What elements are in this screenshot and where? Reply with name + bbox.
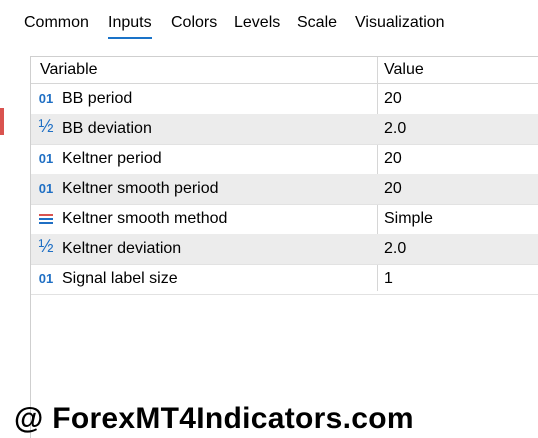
column-header-value[interactable]: Value bbox=[384, 61, 424, 79]
tab-inputs-label: Inputs bbox=[108, 14, 152, 31]
tab-common[interactable]: Common bbox=[24, 13, 89, 33]
table-row[interactable]: ½ BB deviation 2.0 bbox=[31, 114, 538, 145]
variable-value[interactable]: Simple bbox=[384, 210, 433, 228]
variable-name: BB period bbox=[62, 90, 133, 107]
variable-value[interactable]: 2.0 bbox=[384, 240, 406, 258]
int-icon: 01 bbox=[38, 151, 54, 166]
table-header: Variable Value bbox=[31, 57, 538, 84]
variable-value[interactable]: 2.0 bbox=[384, 120, 406, 138]
variable-name: Keltner period bbox=[62, 150, 162, 167]
table-row[interactable]: 01 Signal label size 1 bbox=[31, 264, 538, 295]
double-icon: ½ bbox=[38, 116, 54, 136]
tab-bar: Common Inputs Colors Levels Scale Visual… bbox=[0, 0, 538, 46]
variable-name: Keltner smooth method bbox=[62, 210, 228, 227]
active-tab-indicator bbox=[108, 37, 152, 39]
tab-colors[interactable]: Colors bbox=[171, 13, 217, 33]
variable-value[interactable]: 20 bbox=[384, 150, 402, 168]
tab-visualization[interactable]: Visualization bbox=[355, 13, 445, 33]
variable-name: Keltner deviation bbox=[62, 240, 182, 257]
table-row[interactable]: ½ Keltner deviation 2.0 bbox=[31, 234, 538, 265]
int-icon: 01 bbox=[38, 271, 54, 286]
variable-value[interactable]: 1 bbox=[384, 270, 393, 288]
variable-name: Keltner smooth period bbox=[62, 180, 219, 197]
variable-value[interactable]: 20 bbox=[384, 180, 402, 198]
watermark-text: @ ForexMT4Indicators.com bbox=[14, 402, 414, 435]
table-row[interactable]: 01 Keltner period 20 bbox=[31, 144, 538, 175]
tab-levels[interactable]: Levels bbox=[234, 13, 280, 33]
inputs-table: Variable Value 01 BB period 20 ½ BB devi… bbox=[30, 56, 538, 438]
variable-value[interactable]: 20 bbox=[384, 90, 402, 108]
double-icon: ½ bbox=[38, 236, 54, 256]
tab-inputs[interactable]: Inputs bbox=[108, 13, 152, 39]
variable-name: BB deviation bbox=[62, 120, 152, 137]
table-row[interactable]: Keltner smooth method Simple bbox=[31, 204, 538, 235]
table-row[interactable]: 01 Keltner smooth period 20 bbox=[31, 174, 538, 205]
window-edge-marker bbox=[0, 108, 4, 135]
int-icon: 01 bbox=[38, 91, 54, 106]
variable-name: Signal label size bbox=[62, 270, 178, 287]
enum-icon bbox=[37, 212, 55, 228]
tab-scale[interactable]: Scale bbox=[297, 13, 337, 33]
column-header-variable[interactable]: Variable bbox=[40, 61, 98, 79]
table-row[interactable]: 01 BB period 20 bbox=[31, 84, 538, 115]
int-icon: 01 bbox=[38, 181, 54, 196]
